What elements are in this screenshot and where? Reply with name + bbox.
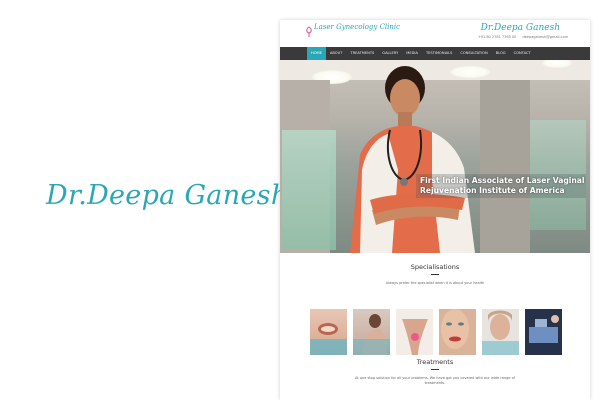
email-address[interactable]: deepaganesh@gmail.com	[523, 35, 568, 39]
treatments-title: Treatments	[416, 358, 454, 366]
nav-item-gallery[interactable]: GALLERY	[378, 47, 402, 60]
treatments-subtitle: At one stop solution for all your proble…	[280, 376, 590, 386]
specialisation-tile[interactable]	[439, 309, 476, 355]
specialisation-tiles	[310, 309, 562, 355]
nav-item-media[interactable]: MEDIA	[402, 47, 422, 60]
website-preview: Laser Gynecology Clinic Dr.Deepa Ganesh …	[280, 20, 590, 400]
specialisations-title: Specialisations	[410, 263, 460, 271]
specialisation-tile[interactable]	[396, 309, 433, 355]
nav-item-contact[interactable]: CONTACT	[510, 47, 535, 60]
contact-info: +91 80 2781 7765 00 deepaganesh@gmail.co…	[473, 35, 568, 39]
nav-item-home[interactable]: HOME	[307, 47, 326, 60]
nav-item-blog[interactable]: BLOG	[492, 47, 510, 60]
nav-item-treatments[interactable]: TREATMENTS	[346, 47, 378, 60]
specialisation-image	[441, 309, 469, 349]
hero-caption-line-2: Rejuvenation Institute of America	[420, 185, 565, 195]
section-divider	[431, 274, 439, 275]
logo-icon	[306, 26, 312, 37]
specialisation-image	[482, 310, 519, 355]
treatments-subtitle-line-2: treatments.	[424, 381, 446, 385]
brand-name: Dr.Deepa Ganesh	[46, 180, 289, 211]
specialisation-image	[353, 314, 390, 355]
specialisations-subtitle: Always prefer the specialist when it is …	[385, 281, 485, 285]
specialisation-image	[402, 319, 428, 355]
site-header: Laser Gynecology Clinic Dr.Deepa Ganesh …	[280, 20, 590, 47]
specialisation-image	[529, 315, 559, 343]
specialisation-tile[interactable]	[310, 309, 347, 355]
phone-number[interactable]: +91 80 2781 7765 00	[478, 35, 517, 39]
doctor-name: Dr.Deepa Ganesh	[480, 23, 560, 33]
nav-item-consultation[interactable]: CONSULTATION	[456, 47, 491, 60]
section-divider	[431, 369, 439, 370]
specialisation-image	[310, 323, 347, 355]
hero-caption: First Indian Associate of Laser Vaginal …	[416, 174, 586, 198]
nav-item-about[interactable]: ABOUT	[326, 47, 347, 60]
specialisation-tile[interactable]	[482, 309, 519, 355]
nav-item-testimonials[interactable]: TESTIMONIALS	[422, 47, 456, 60]
specialisation-tile[interactable]	[353, 309, 390, 355]
main-nav: HOME ABOUT TREATMENTS GALLERY MEDIA TESTIMONI…	[280, 47, 590, 60]
hero-banner: First Indian Associate of Laser Vaginal …	[280, 60, 590, 253]
site-logo[interactable]: Laser Gynecology Clinic	[314, 23, 400, 31]
doctor-portrait	[350, 66, 475, 253]
specialisation-tile[interactable]	[525, 309, 562, 355]
glass-panel	[282, 130, 336, 250]
hero-caption-line-1: First Indian Associate of Laser Vaginal	[420, 176, 585, 185]
